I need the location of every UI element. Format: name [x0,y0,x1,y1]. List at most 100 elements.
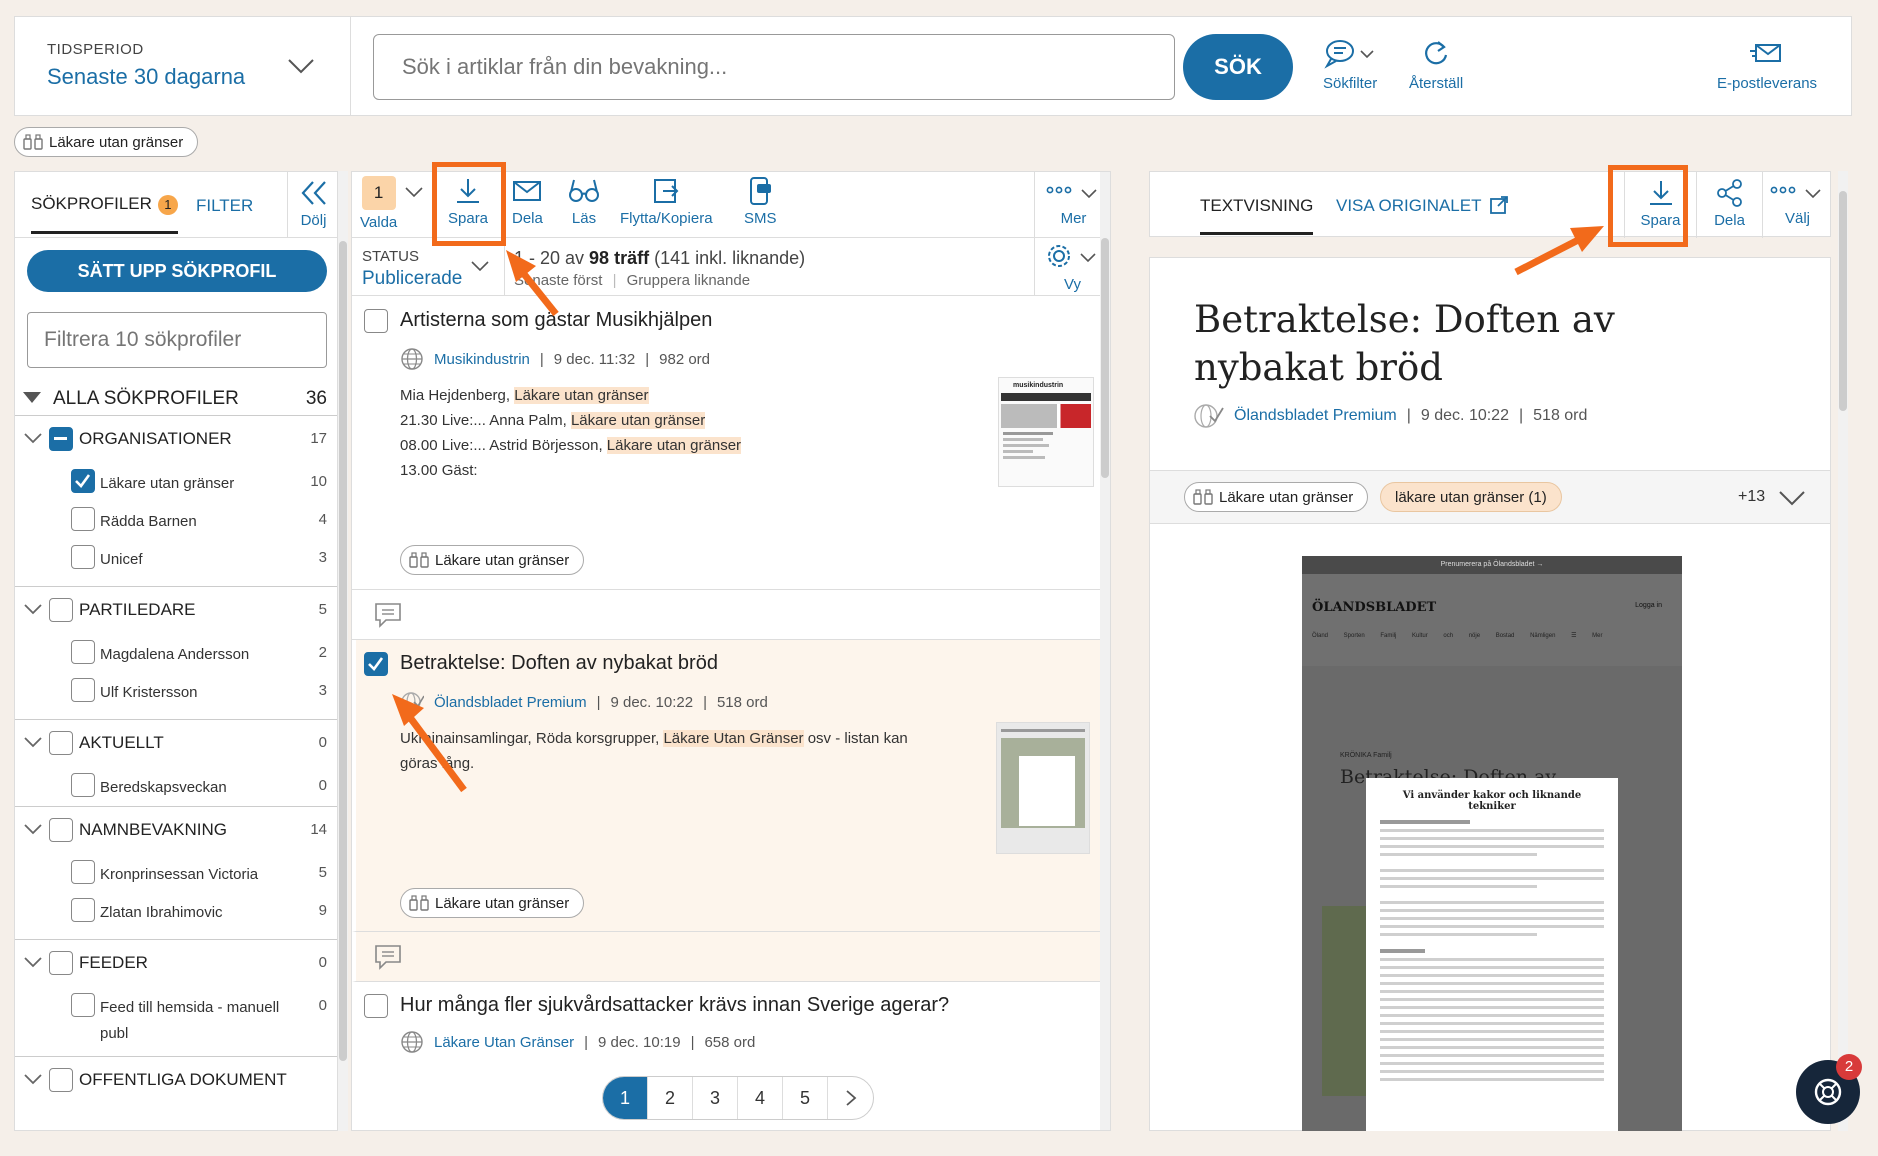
chevron-down-icon[interactable] [470,260,490,274]
group-row[interactable]: PARTILEDARE 5 [15,587,337,633]
chevron-down-icon[interactable] [23,956,43,968]
period-selector[interactable]: TIDSPERIOD Senaste 30 dagarna [15,17,351,115]
share-button[interactable]: Dela [512,176,543,227]
article-title[interactable]: Betraktelse: Doften av nybakat bröd [400,652,718,675]
search-filter-button[interactable]: Sökfilter [1323,39,1377,92]
article-item[interactable]: Hur många fler sjukvårdsattacker krävs i… [352,982,1110,1082]
comment-row[interactable] [352,590,1110,640]
profile-checkbox[interactable] [71,993,95,1017]
profile-checkbox[interactable] [71,507,95,531]
setup-profile-button[interactable]: SÄTT UPP SÖKPROFIL [27,250,327,292]
profile-checkbox[interactable] [71,469,95,493]
tab-text-view[interactable]: TEXTVISNING [1200,196,1314,235]
group-checkbox[interactable] [49,1068,73,1092]
chevron-down-icon[interactable] [23,1073,43,1085]
profile-item[interactable]: Ulf Kristersson 3 [15,671,337,719]
group-checkbox[interactable] [49,427,73,451]
profile-item[interactable]: Läkare utan gränser 10 [15,462,337,500]
article-source[interactable]: Läkare Utan Gränser [434,1034,574,1051]
sort-option[interactable]: Senaste först [514,272,602,289]
email-delivery-button[interactable]: E-postleverans [1717,39,1817,92]
reader-share-button[interactable]: Dela [1696,172,1762,238]
profile-item[interactable]: Zlatan Ibrahimovic 9 [15,891,337,939]
profile-item[interactable]: Magdalena Andersson 2 [15,633,337,671]
chevron-down-icon[interactable] [404,186,424,200]
profile-item[interactable]: Unicef 3 [15,538,337,586]
group-checkbox[interactable] [49,731,73,755]
profile-item[interactable]: Beredskapsveckan 0 [15,766,337,806]
reader-source[interactable]: Ölandsbladet Premium [1234,407,1397,425]
chevron-down-icon[interactable] [287,57,315,75]
chevron-down-icon[interactable] [23,603,43,615]
reader-keyword-chip[interactable]: läkare utan gränser (1) [1380,482,1562,512]
article-item-selected[interactable]: Betraktelse: Doften av nybakat bröd Ölan… [352,640,1110,932]
reader-scrollbar-thumb[interactable] [1839,191,1847,411]
group-similar-option[interactable]: Gruppera liknande [627,272,750,289]
next-page-button[interactable] [828,1077,873,1119]
page-button[interactable]: 4 [738,1077,783,1119]
profile-checkbox[interactable] [71,898,95,922]
search-button[interactable]: SÖK [1183,34,1293,100]
move-copy-button[interactable]: Flytta/Kopiera [620,176,713,227]
reset-button[interactable]: Återställ [1409,39,1463,92]
article-source[interactable]: Musikindustrin [434,351,530,368]
view-button[interactable]: Vy [1034,238,1110,296]
page-button[interactable]: 5 [783,1077,828,1119]
group-row[interactable]: FEEDER 0 [15,940,337,986]
article-title[interactable]: Artisterna som gästar Musikhjälpen [400,309,712,332]
read-button[interactable]: Läs [568,176,600,227]
tab-filter[interactable]: FILTER [196,196,253,216]
article-checkbox[interactable] [364,994,388,1018]
search-input[interactable] [373,34,1175,100]
profile-checkbox[interactable] [71,860,95,884]
left-scrollbar[interactable] [338,171,348,1131]
article-thumbnail[interactable] [996,722,1090,854]
page-button[interactable]: 3 [693,1077,738,1119]
profile-item[interactable]: Kronprinsessan Victoria 5 [15,853,337,891]
article-tag-chip[interactable]: Läkare utan gränser [400,545,585,575]
profile-checkbox[interactable] [71,640,95,664]
reader-choose-button[interactable]: Välj [1762,172,1831,238]
hide-panel-button[interactable]: Dölj [287,172,337,238]
article-tag-chip[interactable]: Läkare utan gränser [400,888,585,918]
article-title[interactable]: Hur många fler sjukvårdsattacker krävs i… [400,994,949,1017]
more-tags-count[interactable]: +13 [1738,488,1765,506]
comment-icon[interactable] [374,944,402,970]
profile-item[interactable]: Feed till hemsida - manuell publ 0 [15,986,337,1056]
profile-filter-input[interactable] [27,312,327,368]
comment-row[interactable] [352,932,1110,982]
group-checkbox[interactable] [49,818,73,842]
original-preview[interactable]: Prenumerera på Ölandsbladet → ÖLANDSBLAD… [1302,556,1682,1131]
group-row[interactable]: OFFENTLIGA DOKUMENT [15,1057,337,1103]
chevron-down-icon[interactable] [23,823,43,835]
comment-icon[interactable] [374,602,402,628]
article-item[interactable]: Artisterna som gästar Musikhjälpen Musik… [352,297,1110,590]
group-checkbox[interactable] [49,951,73,975]
page-button[interactable]: 1 [603,1077,648,1119]
group-row[interactable]: AKTUELLT 0 [15,720,337,766]
article-checkbox[interactable] [364,652,388,676]
reader-scrollbar[interactable] [1838,171,1848,1131]
tab-show-original[interactable]: VISA ORIGINALET [1336,196,1508,216]
chevron-down-icon[interactable] [23,736,43,748]
profile-item[interactable]: Rädda Barnen 4 [15,500,337,538]
sms-button[interactable]: SMS [744,176,777,227]
results-scrollbar-thumb[interactable] [1101,238,1109,478]
results-scrollbar[interactable] [1100,172,1110,1130]
profile-checkbox[interactable] [71,678,95,702]
article-checkbox[interactable] [364,309,388,333]
active-filter-chip[interactable]: Läkare utan gränser [14,127,199,157]
page-button[interactable]: 2 [648,1077,693,1119]
tab-search-profiles[interactable]: SÖKPROFILER 1 [31,194,178,234]
group-checkbox[interactable] [49,598,73,622]
article-thumbnail[interactable]: musikindustrin [998,377,1094,487]
group-row[interactable]: ORGANISATIONER 17 [15,416,337,462]
profile-checkbox[interactable] [71,545,95,569]
reader-profile-chip[interactable]: Läkare utan gränser [1184,482,1369,512]
article-source[interactable]: Ölandsbladet Premium [434,694,587,711]
group-row[interactable]: NAMNBEVAKNING 14 [15,807,337,853]
left-scrollbar-thumb[interactable] [339,241,347,1061]
selected-button[interactable]: 1 Valda [360,176,397,231]
chevron-down-icon[interactable] [1778,489,1806,507]
chevron-down-icon[interactable] [23,432,43,444]
